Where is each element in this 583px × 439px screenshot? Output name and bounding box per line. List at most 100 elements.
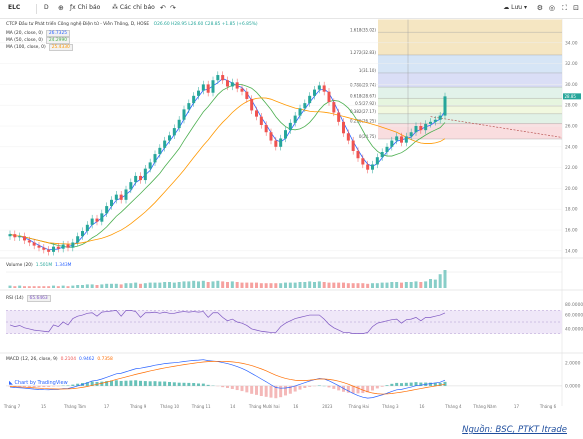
volume-bar [385,282,389,288]
last-price-label: 28.85 [565,94,577,99]
volume-legend: Volume (20) 1.501M 1.343M [6,263,74,268]
macd-histogram-bar [182,382,186,386]
settings-icon[interactable]: ⚙ [537,3,543,13]
time-axis-label: Tháng 9 [129,404,147,409]
candle-body [269,132,273,141]
fib-zone [378,87,562,99]
candle-body [226,80,229,87]
indicators-button[interactable]: ƒx Chỉ báo [70,3,100,13]
candle-body [95,218,99,222]
fib-level-label: 1.272(32.83) [350,50,376,55]
candle-body [61,244,65,249]
volume-bar [211,281,215,288]
volume-bar [443,270,447,288]
volume-bar [153,282,157,288]
ma50-value: 24.2990 [45,37,71,44]
time-axis-label: 17 [104,404,110,409]
volume-bar [298,282,302,288]
candle-body [390,140,394,147]
macd-histogram-bar [197,383,200,386]
macd-value-2: 0.9462 [79,357,95,362]
macd-histogram-bar [375,385,379,389]
volume-bar [71,285,75,288]
macd-histogram-bar [143,381,147,386]
volume-bar [206,282,210,288]
candle-body [279,138,283,147]
volume-bar [375,283,379,288]
volume-bar [221,281,225,288]
fib-level-label: 0.382(27.17) [350,109,376,114]
volume-bar [114,283,118,288]
macd-histogram-bar [259,385,263,397]
candle-body [172,128,176,136]
candle-body [322,85,326,92]
redo-icon[interactable]: ↷ [170,3,176,13]
time-axis-label: Tháng 7 [3,404,21,409]
camera-icon[interactable]: ◎ [549,3,555,13]
candle-body [414,126,418,133]
volume-bar [327,282,331,288]
candle-body [235,82,239,89]
volume-bar [424,281,428,288]
candle-body [124,189,128,200]
symbol-button[interactable]: ELC [8,3,20,13]
candle-body [8,234,12,237]
snapshot-icon[interactable]: ⊡ [573,3,579,13]
fullscreen-icon[interactable]: ⛶ [562,3,567,13]
macd-histogram-bar [356,385,360,394]
macd-histogram-bar [153,381,157,386]
price-tick-label: 30.00 [565,82,578,88]
volume-bar [371,283,374,288]
macd-histogram-bar [332,385,336,389]
compare-icon[interactable]: ⊕ [58,3,64,13]
volume-bar [317,281,321,288]
candle-body [284,130,287,139]
candle-body [182,109,186,120]
templates-button[interactable]: ⁂ Các chỉ báo [112,3,155,13]
candle-body [366,164,370,170]
candle-body [303,103,307,109]
macd-histogram-bar [37,385,41,388]
volume-bar [168,282,171,288]
volume-bar [284,282,287,288]
volume-bar [322,282,326,288]
time-axis-label: Tháng 3 [381,404,399,409]
rsi-tick-label: 80.0000 [565,302,583,308]
candle-body [400,136,403,143]
macd-histogram-bar [264,385,268,397]
fib-zone [378,32,562,55]
macd-histogram-bar [124,380,128,386]
macd-histogram-bar [284,385,287,396]
price-chart[interactable]: 1.618(35.02) 1.272(32.83) 1(31.10) 0.786(29… [0,19,583,411]
price-tick-label: 34.00 [565,40,578,46]
volume-label: Volume (20) [6,263,33,268]
save-button[interactable]: ☁ Lưu ▾ [503,3,527,13]
candle-body [409,132,413,137]
volume-bar [337,282,341,288]
ma50-label: MA (50, close, 0) [6,38,43,43]
macd-histogram-bar [250,385,254,394]
candle-body [245,91,249,99]
source-note[interactable]: Nguồn: BSC, PTKT Itrade [462,425,567,435]
fib-level-label: 1(31.10) [359,68,377,73]
candle-body [351,140,355,151]
fib-level-label: 0.5(27.92) [355,101,376,106]
toolbar-divider [36,4,37,14]
candle-body [371,164,374,170]
tradingview-watermark[interactable]: ◣ Chart by TradingView [9,380,68,386]
interval-button[interactable]: D [44,3,49,13]
fib-level-label: 1.618(35.02) [350,27,376,32]
candle-body [419,126,423,131]
volume-bar [23,286,26,288]
macd-histogram-bar [255,385,258,395]
candle-body [433,119,437,122]
volume-bar [158,282,162,288]
ma100-value: 25.4330 [48,44,73,51]
candle-body [375,157,379,165]
macd-histogram-bar [206,384,210,386]
undo-icon[interactable]: ↶ [160,3,166,13]
macd-histogram-bar [134,380,138,386]
volume-bar [42,286,46,288]
volume-bar [250,282,254,288]
macd-histogram-bar [158,381,162,386]
